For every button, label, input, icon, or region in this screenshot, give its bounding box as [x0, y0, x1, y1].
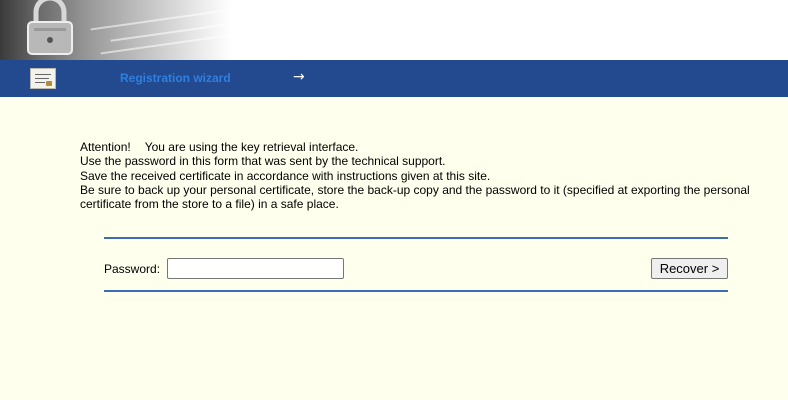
padlock-banner-image [0, 0, 232, 60]
content-area: Attention! You are using the key retrieva… [0, 97, 788, 400]
password-label: Password: [104, 262, 161, 276]
notice-line-1-text: You are using the key retrieval interfac… [144, 140, 359, 154]
notice-text: Attention! You are using the key retrieva… [80, 140, 770, 211]
padlock-icon [27, 0, 73, 55]
password-input[interactable] [167, 258, 344, 279]
divider-bottom [104, 290, 728, 292]
recover-button[interactable]: Recover > [651, 258, 728, 279]
registration-wizard-link[interactable]: Registration wizard [120, 71, 231, 85]
header-band [0, 0, 788, 60]
arrow-right-icon[interactable]: → [293, 69, 305, 85]
certificate-icon [30, 68, 56, 89]
notice-line-4: Be sure to back up your personal certifi… [80, 182, 750, 212]
notice-line-1: Attention! You are using the key retrieva… [80, 140, 770, 154]
notice-line-3: Save the received certificate in accorda… [80, 168, 491, 183]
attention-label: Attention! [80, 140, 131, 154]
nav-bar [0, 60, 788, 97]
banner-streak [100, 31, 232, 55]
notice-line-2: Use the password in this form that was s… [80, 154, 446, 169]
divider-top [104, 237, 728, 239]
